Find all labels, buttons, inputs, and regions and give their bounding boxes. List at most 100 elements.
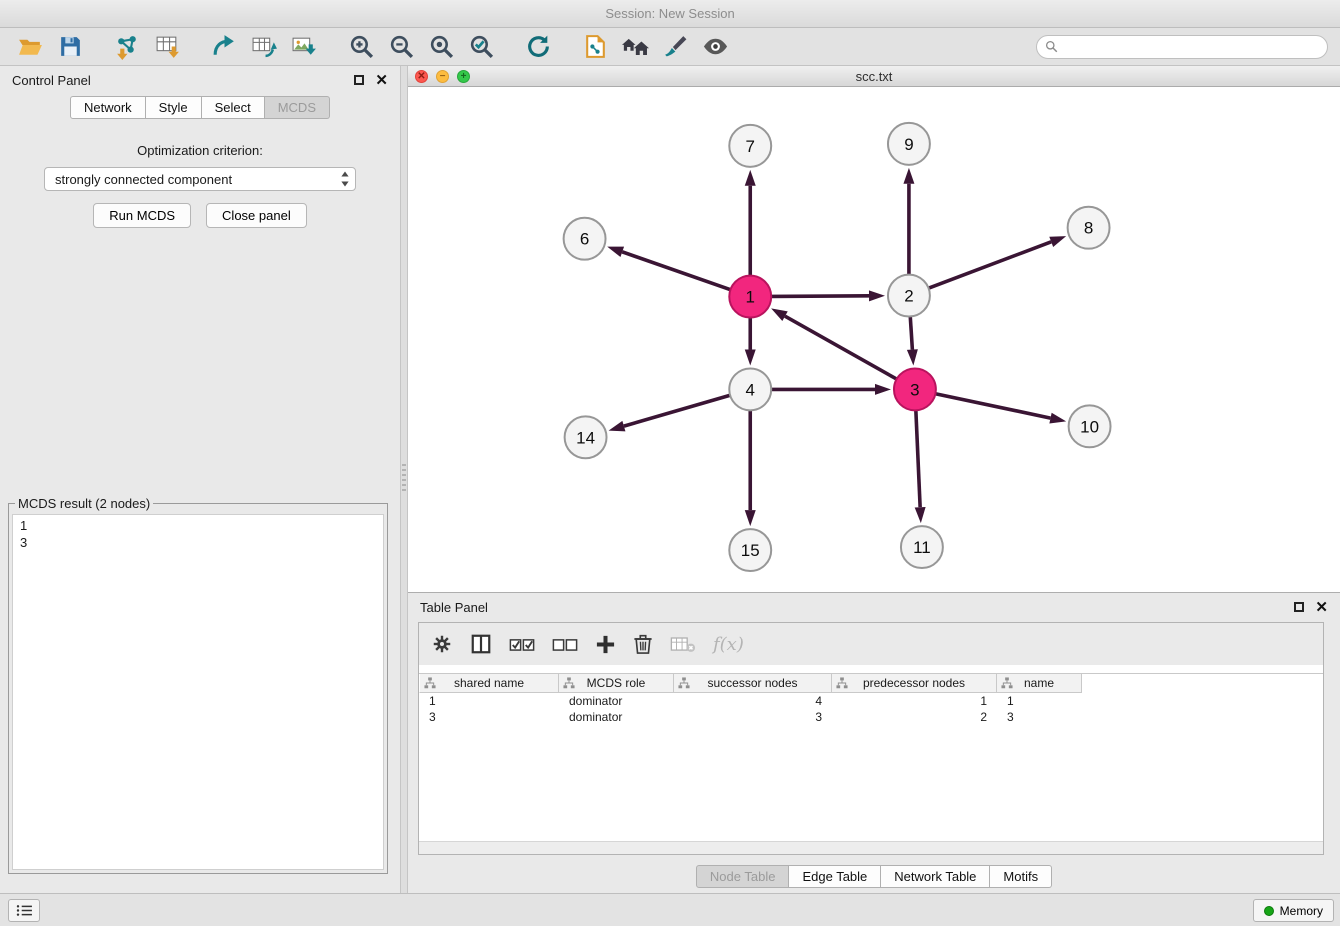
zoom-selected-button[interactable] [463, 31, 499, 63]
graph-node-7[interactable]: 7 [729, 125, 771, 167]
cell-predecessor-nodes: 1 [832, 693, 997, 709]
add-column-button[interactable] [595, 634, 616, 655]
delete-icon [633, 633, 653, 655]
graph-node-11[interactable]: 11 [901, 526, 943, 568]
column-header-mcds-role[interactable]: MCDS role [559, 674, 674, 693]
minimize-window-button[interactable]: − [436, 70, 449, 83]
graph-edge-2-3[interactable] [910, 317, 912, 350]
show-hide-button[interactable] [697, 31, 733, 63]
graph-edge-3-11[interactable] [916, 410, 920, 507]
mcds-result-item[interactable]: 1 [20, 517, 376, 534]
import-network-button[interactable] [109, 31, 145, 63]
graph-edge-1-2[interactable] [771, 296, 869, 297]
graph-edge-3-10[interactable] [935, 394, 1050, 418]
graph-node-1[interactable]: 1 [729, 276, 771, 318]
svg-text:2: 2 [904, 287, 913, 306]
graph-node-3[interactable]: 3 [894, 368, 936, 410]
svg-text:8: 8 [1084, 219, 1093, 238]
open-session-button[interactable] [12, 31, 48, 63]
new-network-button[interactable] [206, 31, 242, 63]
graph-edge-arrowhead [771, 308, 788, 321]
graph-node-4[interactable]: 4 [729, 368, 771, 410]
run-mcds-button[interactable]: Run MCDS [93, 203, 191, 228]
column-header-shared-name[interactable]: shared name [419, 674, 559, 693]
column-header-name[interactable]: name [997, 674, 1082, 693]
show-panels-button[interactable] [8, 899, 40, 922]
tab-network-table[interactable]: Network Table [881, 865, 990, 888]
add-icon [595, 634, 616, 655]
graph-node-2[interactable]: 2 [888, 275, 930, 317]
close-window-button[interactable]: ✕ [415, 70, 428, 83]
mcds-result-list[interactable]: 13 [12, 514, 384, 870]
column-attribute-icon [424, 677, 436, 689]
clear-table-button[interactable] [670, 635, 696, 654]
list-icon [16, 904, 33, 917]
style-brush-button[interactable] [657, 31, 693, 63]
graph-edge-2-8[interactable] [929, 242, 1052, 288]
table-row[interactable]: 1dominator411 [419, 693, 1323, 709]
tab-select[interactable]: Select [202, 96, 265, 119]
cell-mcds-role: dominator [559, 709, 674, 725]
tab-node-table[interactable]: Node Table [696, 865, 790, 888]
zoom-fit-button[interactable] [423, 31, 459, 63]
table-settings-button[interactable] [431, 633, 453, 655]
home-button[interactable] [617, 31, 653, 63]
table-tabs: Node TableEdge TableNetwork TableMotifs [408, 865, 1340, 888]
close-panel-button[interactable]: Close panel [206, 203, 307, 228]
horizontal-scrollbar[interactable] [419, 841, 1323, 854]
export-image-button[interactable] [286, 31, 322, 63]
tab-network[interactable]: Network [70, 96, 146, 119]
graph-node-8[interactable]: 8 [1068, 207, 1110, 249]
delete-column-button[interactable] [633, 633, 653, 655]
graph-node-10[interactable]: 10 [1069, 405, 1111, 447]
clear-table-icon [670, 635, 696, 654]
zoom-in-button[interactable] [343, 31, 379, 63]
table-panel: Table Panel ✕ [408, 593, 1340, 893]
zoom-in-icon [348, 33, 375, 60]
search-box[interactable] [1036, 35, 1328, 59]
network-table-button[interactable] [246, 31, 282, 63]
graph-edge-4-14[interactable] [624, 395, 730, 426]
graph-node-15[interactable]: 15 [729, 529, 771, 571]
cell-name: 3 [997, 709, 1082, 725]
show-columns-button[interactable] [470, 633, 492, 655]
memory-button[interactable]: Memory [1253, 899, 1334, 922]
close-table-panel-icon[interactable]: ✕ [1315, 600, 1328, 615]
criterion-dropdown[interactable]: strongly connected component [44, 167, 356, 191]
graph-node-6[interactable]: 6 [564, 218, 606, 260]
tab-style[interactable]: Style [146, 96, 202, 119]
network-graph[interactable]: 7 9 6 8 1 2 4 3 10 14 15 11 [408, 87, 1340, 592]
graph-edge-1-6[interactable] [622, 252, 730, 290]
cell-name: 1 [997, 693, 1082, 709]
dropdown-arrows-icon [340, 170, 350, 188]
cell-mcds-role: dominator [559, 693, 674, 709]
zoom-out-button[interactable] [383, 31, 419, 63]
table-row[interactable]: 3dominator323 [419, 709, 1323, 725]
close-panel-icon[interactable]: ✕ [375, 73, 388, 88]
panel-splitter[interactable] [400, 66, 408, 893]
save-session-button[interactable] [52, 31, 88, 63]
graph-edge-arrowhead [907, 349, 918, 365]
column-header-successor-nodes[interactable]: successor nodes [674, 674, 832, 693]
graph-node-9[interactable]: 9 [888, 123, 930, 165]
select-all-button[interactable] [509, 636, 535, 653]
refresh-button[interactable] [520, 31, 556, 63]
function-builder-button[interactable]: f(x) [713, 634, 744, 655]
tab-mcds[interactable]: MCDS [265, 96, 330, 119]
column-header-predecessor-nodes[interactable]: predecessor nodes [832, 674, 997, 693]
maximize-window-button[interactable]: + [457, 70, 470, 83]
import-table-button[interactable] [149, 31, 185, 63]
table-header-row: shared nameMCDS rolesuccessor nodesprede… [419, 673, 1323, 693]
tab-motifs[interactable]: Motifs [990, 865, 1052, 888]
network-canvas[interactable]: 7 9 6 8 1 2 4 3 10 14 15 11 [408, 87, 1340, 592]
tab-edge-table[interactable]: Edge Table [789, 865, 881, 888]
table-panel-header: Table Panel ✕ [408, 593, 1340, 621]
float-panel-icon[interactable] [354, 75, 364, 85]
deselect-all-button[interactable] [552, 636, 578, 653]
copy-style-button[interactable] [577, 31, 613, 63]
mcds-result-item[interactable]: 3 [20, 534, 376, 551]
float-table-panel-icon[interactable] [1294, 602, 1304, 612]
graph-node-14[interactable]: 14 [565, 416, 607, 458]
search-input[interactable] [1063, 40, 1319, 54]
graph-edge-3-1[interactable] [785, 316, 897, 379]
